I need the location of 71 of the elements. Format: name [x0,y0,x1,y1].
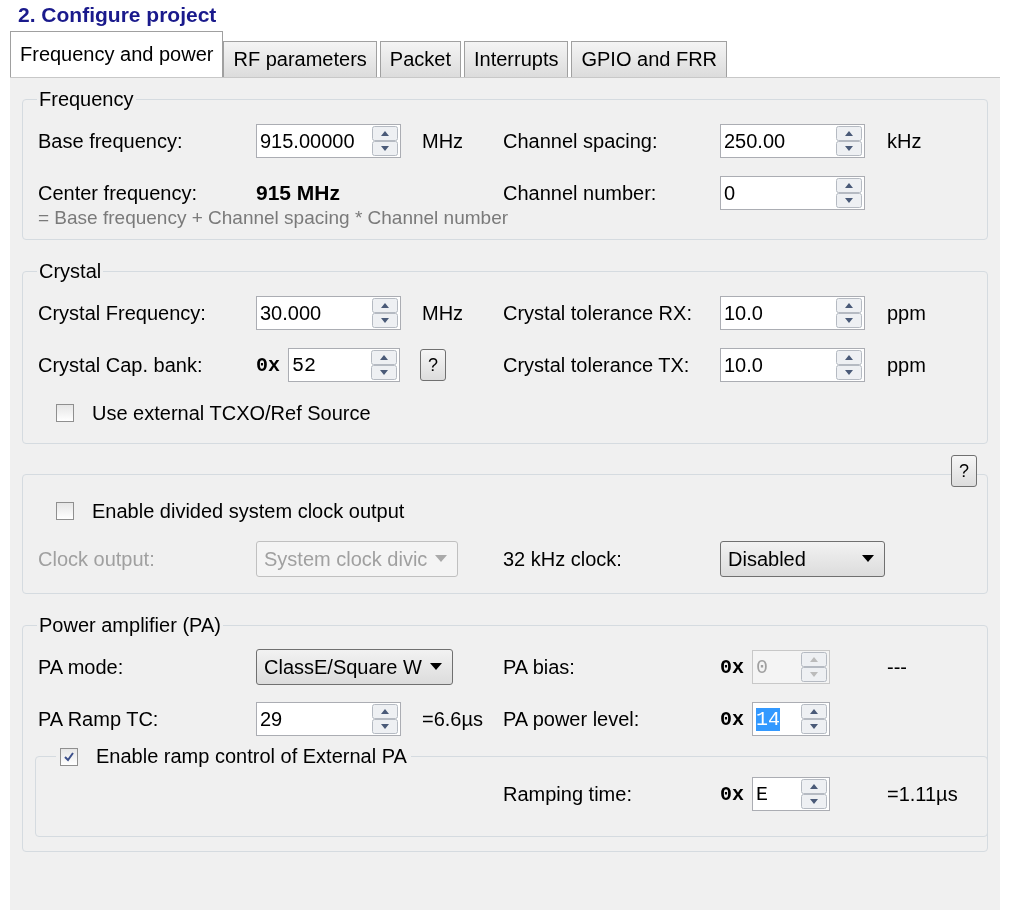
caret-icon [429,663,442,671]
spin-box[interactable]: E [752,777,830,811]
spin-arrows-icon[interactable] [836,178,862,208]
tab[interactable]: Packet [379,41,461,77]
hex-prefix: 0x [720,707,745,731]
field-label: Crystal Frequency: [38,301,207,325]
checkbox[interactable] [60,747,78,766]
unit-label: --- [886,655,908,679]
spin-box[interactable]: 0 [720,176,865,210]
spin-box[interactable]: 52 [288,348,400,382]
field-label: PA power level: [503,707,641,731]
spin-arrows-icon[interactable] [801,704,827,734]
checkbox-label: Enable ramp control of External PA [96,745,407,768]
spin-box[interactable]: 10.0 [720,296,865,330]
tab[interactable]: Interrupts [464,41,569,77]
hex-prefix: 0x [256,353,281,377]
help-button[interactable]: ? [420,349,446,381]
checkmark-icon [63,750,75,763]
field-label: Crystal Cap. bank: [38,353,204,377]
unit-label: ppm [886,301,927,325]
checkbox-label: Enable divided system clock output [92,499,405,523]
spin-arrows-icon[interactable] [836,126,862,156]
dropdown[interactable]: ClassE/Square W [256,649,453,685]
field-label: PA bias: [503,655,576,679]
field-label: Channel number: [503,181,658,205]
field-label: Channel spacing: [503,129,659,153]
spin-arrows-icon[interactable] [801,779,827,809]
unit-label: =1.11µs [886,782,959,806]
spin-arrows-icon[interactable] [836,298,862,328]
field-label: Ramping time: [503,782,633,806]
caret-icon [435,555,448,563]
spin-arrows-icon[interactable] [371,350,397,380]
spin-arrows-icon[interactable] [372,704,398,734]
checkbox[interactable] [56,404,74,422]
unit-label: =6.6µs [421,707,483,731]
group-title: Power amplifier (PA) [38,614,222,637]
field-label: Center frequency: [38,181,198,205]
unit-label: kHz [886,129,923,153]
tab[interactable]: Frequency and power [10,31,224,77]
section-title: 2. Configure project [17,2,218,26]
help-button[interactable]: ? [951,455,977,487]
field-label: Crystal tolerance TX: [503,353,691,377]
spin-box[interactable]: 10.0 [720,348,865,382]
value-text: 915 MHz [256,181,341,205]
field-label: PA mode: [38,655,125,679]
field-label: PA Ramp TC: [38,707,160,731]
field-label: Crystal tolerance RX: [503,301,693,325]
checkbox-label: Use external TCXO/Ref Source [92,401,371,425]
field-label: Clock output: [38,547,156,571]
group-title: Frequency [38,88,135,111]
dropdown[interactable]: Disabled [720,541,885,577]
spin-box[interactable]: 30.000 [256,296,401,330]
hex-prefix: 0x [720,655,745,679]
field-label: Base frequency: [38,129,184,153]
caret-icon [862,555,874,563]
spin-box[interactable]: 29 [256,702,401,736]
tab[interactable]: RF parameters [223,41,377,77]
spin-arrows-icon[interactable] [372,126,398,156]
unit-label: ppm [886,353,927,377]
unit-label: MHz [421,301,464,325]
spin-arrows-icon[interactable] [372,298,398,328]
spin-box[interactable]: 915.00000 [256,124,401,158]
group-title: Crystal [38,260,103,283]
formula-note: = Base frequency + Channel spacing * Channel number [38,207,510,230]
checkbox[interactable] [56,502,74,520]
spin-arrows-icon[interactable] [836,350,862,380]
hex-prefix: 0x [720,782,745,806]
unit-label: MHz [421,129,464,153]
tab[interactable]: GPIO and FRR [571,41,728,77]
spin-box[interactable]: 250.00 [720,124,865,158]
field-label: 32 kHz clock: [503,547,623,571]
